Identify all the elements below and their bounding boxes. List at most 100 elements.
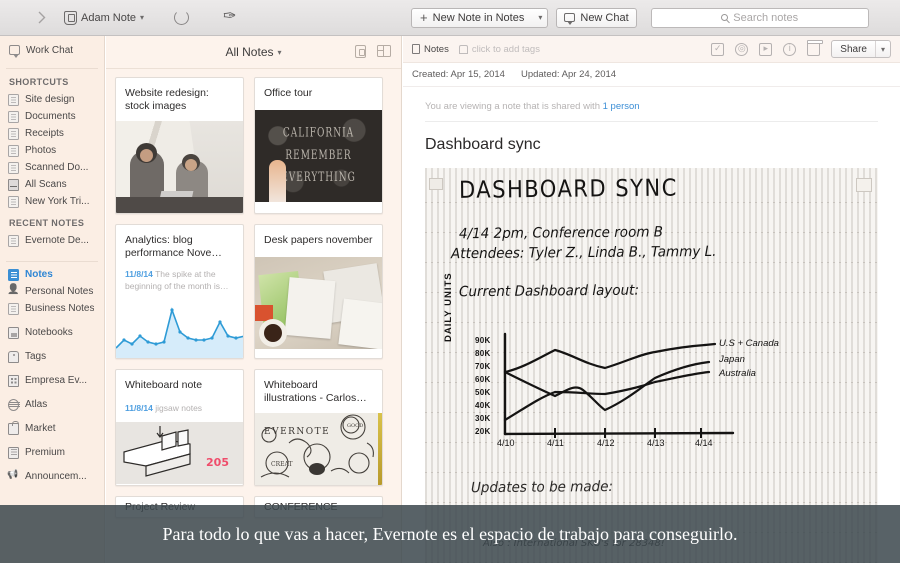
note-card[interactable]: Analytics: blog performance Nove… 11/8/1…	[115, 224, 244, 359]
sidebar-item-premium[interactable]: Premium	[0, 444, 104, 461]
note-list-filter[interactable]: All Notes ▾	[225, 45, 281, 59]
document-icon	[8, 195, 19, 208]
sidebar-section-recent-notes: RECENT NOTES	[9, 218, 85, 228]
back-icon[interactable]: chevron-left-icon	[8, 11, 21, 24]
lock-icon[interactable]	[355, 45, 366, 58]
note-card[interactable]: Whiteboard note 11/8/14 jigsaw notes 205	[115, 369, 244, 486]
sidebar-item-atlas[interactable]: Atlas	[0, 396, 104, 413]
sidebar-item-work-chat[interactable]: Work Chat	[0, 36, 104, 64]
divider	[6, 68, 98, 69]
updated-date: Updated: Apr 24, 2014	[520, 69, 617, 80]
note-list-pane: All Notes ▾ Website redesign: stock imag…	[106, 36, 402, 563]
sync-button[interactable]	[174, 10, 190, 25]
note-card-date: 11/8/14	[125, 403, 153, 413]
note-card-title: Office tour	[264, 87, 313, 99]
note-metadata: Created: Apr 15, 2014 Updated: Apr 24, 2…	[403, 63, 900, 87]
note-title[interactable]: Dashboard sync	[425, 136, 878, 154]
sync-icon	[174, 10, 190, 25]
document-icon	[8, 234, 19, 247]
tags-placeholder: click to add tags	[471, 43, 540, 55]
sidebar-item-notes[interactable]: Notes	[0, 266, 104, 283]
search-input[interactable]: Search notes	[650, 7, 869, 28]
sidebar-item-label: Empresa Ev...	[25, 375, 88, 386]
account-name: Adam Note	[81, 11, 137, 24]
sidebar-item-label: Scanned Do...	[25, 162, 89, 173]
document-icon	[8, 302, 19, 315]
sidebar-item-label: Documents	[25, 111, 76, 122]
sidebar-item-receipts[interactable]: Receipts	[0, 125, 104, 142]
tags-field[interactable]: click to add tags	[458, 43, 540, 55]
presentation-icon[interactable]: ◎	[735, 42, 749, 56]
sidebar-item-tags[interactable]: Tags	[0, 348, 104, 365]
created-date: Created: Apr 15, 2014	[412, 69, 505, 80]
sketch-annotation: 205	[206, 456, 229, 469]
note-card[interactable]: Office tour CALIFORNIA REMEMBER EVERYTHING	[254, 77, 383, 214]
new-note-button[interactable]: + New Note in Notes ▾	[411, 7, 549, 28]
sidebar-item-new-york-trip[interactable]: New York Tri...	[0, 193, 104, 210]
note-card-thumbnail: CALIFORNIA REMEMBER EVERYTHING	[255, 110, 382, 202]
sidebar-item-label: Atlas	[25, 399, 48, 410]
note-card-title: Analytics: blog performance Nove…	[125, 234, 222, 259]
sidebar-item-business-notes[interactable]: Business Notes	[0, 300, 104, 317]
tag-icon	[8, 350, 19, 363]
notebook-label: Notes	[424, 43, 449, 55]
globe-icon	[8, 398, 20, 411]
thumb-shape	[116, 197, 243, 213]
bag-icon	[8, 421, 19, 435]
premium-icon	[8, 446, 19, 459]
chart-x-tick: 4/10	[497, 438, 515, 448]
page-corner-mark	[429, 178, 443, 190]
evernote-window: chevron-left-icon Adam Note ▾ + New Note…	[0, 0, 900, 563]
sidebar-item-photos[interactable]: Photos	[0, 142, 104, 159]
sidebar-item-notebooks[interactable]: Notebooks	[0, 324, 104, 341]
account-menu[interactable]: Adam Note ▾	[64, 10, 145, 25]
info-icon[interactable]: i	[783, 42, 797, 56]
sidebar-item-scanned-documents[interactable]: Scanned Do...	[0, 159, 104, 176]
note-card-date: 11/8/14	[125, 269, 153, 279]
sidebar-item-site-design[interactable]: Site design	[0, 91, 104, 108]
quill-icon[interactable]	[223, 6, 239, 26]
note-card-snippet: 11/8/14 jigsaw notes	[116, 402, 243, 422]
chat-share-icon[interactable]: ▸	[759, 42, 773, 56]
shared-notice: You are viewing a note that is shared wi…	[425, 101, 878, 122]
sidebar-item-announcements[interactable]: Announcem...	[0, 468, 104, 485]
chart-legend-item: Australia	[719, 368, 756, 379]
handwriting-heading: DASHBOARD SYNC	[458, 174, 678, 204]
note-card-thumbnail: EVERNOTE CREAT GOOD	[255, 413, 382, 485]
sidebar-item-all-scans[interactable]: All Scans	[0, 176, 104, 193]
sidebar-item-documents[interactable]: Documents	[0, 108, 104, 125]
note-card[interactable]: Whiteboard illustrations - Carlos… EVERN…	[254, 369, 383, 486]
chevron-down-icon: ▾	[140, 13, 145, 22]
chevron-down-icon[interactable]: ▾	[533, 13, 547, 22]
editor-actions: ✓ ◎ ▸ i Share ▾	[711, 40, 891, 58]
sidebar-item-personal-notes[interactable]: Personal Notes	[0, 283, 104, 300]
note-card-title: Website redesign: stock images	[125, 87, 209, 112]
sidebar: Work Chat SHORTCUTS Site design Document…	[0, 36, 105, 563]
sidebar-item-market[interactable]: Market	[0, 420, 104, 437]
trash-icon[interactable]	[806, 40, 823, 56]
document-icon	[8, 144, 19, 157]
grid-layout-icon[interactable]	[376, 44, 391, 57]
thumb-shape	[284, 277, 336, 339]
account-badge-icon	[64, 10, 77, 25]
new-chat-button[interactable]: New Chat	[556, 7, 637, 28]
sidebar-item-empresa-evernote[interactable]: Empresa Ev...	[0, 372, 104, 389]
chevron-down-icon[interactable]: ▾	[876, 45, 890, 54]
notebook-selector[interactable]: Notes	[412, 44, 449, 55]
share-button[interactable]: Share ▾	[831, 40, 891, 58]
forward-icon[interactable]	[35, 11, 48, 24]
note-card[interactable]: Website redesign: stock images	[115, 77, 244, 214]
sidebar-item-label: Personal Notes	[25, 286, 94, 297]
reminder-icon[interactable]: ✓	[711, 42, 725, 56]
note-card[interactable]: Desk papers november	[254, 224, 383, 359]
thumb-shape	[185, 159, 197, 171]
document-icon	[8, 127, 19, 140]
note-list-tools	[355, 44, 391, 58]
chart-x-tick: 4/11	[547, 438, 564, 448]
notes-icon	[8, 268, 19, 281]
shared-person-link[interactable]: 1 person	[603, 101, 640, 112]
thumb-shape	[264, 324, 282, 342]
sidebar-item-evernote-design[interactable]: Evernote De...	[0, 232, 104, 249]
top-toolbar: chevron-left-icon Adam Note ▾ + New Note…	[0, 0, 900, 36]
note-card-title: Whiteboard note	[125, 379, 203, 391]
